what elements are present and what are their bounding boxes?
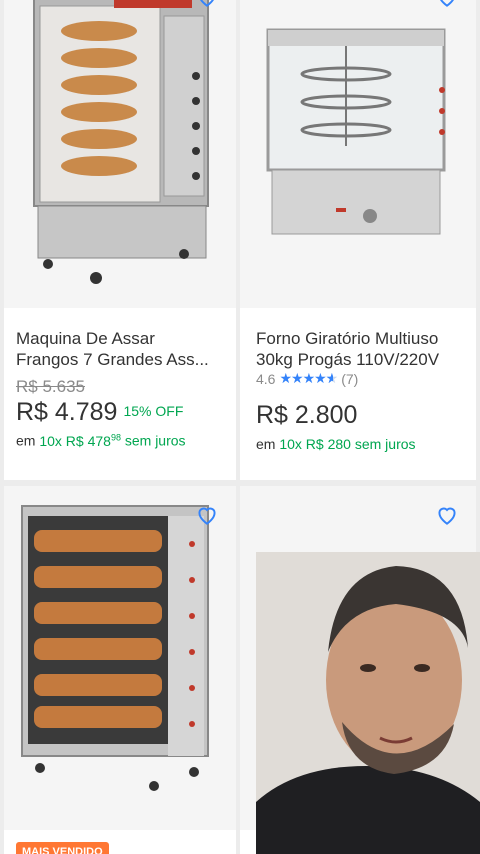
heart-outline-icon[interactable] (434, 502, 460, 528)
product-card-rotisserie-wall[interactable]: MAIS VENDIDO (4, 486, 236, 854)
original-price: R$ 5.635 (16, 377, 85, 396)
installments: em 10x R$ 280 sem juros (256, 436, 416, 452)
price: R$ 2.800 (256, 401, 357, 430)
installment-cents: 98 (110, 432, 121, 442)
product-title-line1: Forno Giratório Multiuso (256, 329, 439, 348)
star-icon-row: ★★★★★ ★ (279, 370, 338, 386)
installment-prefix: em (16, 432, 36, 449)
installment-amount: 10x R$ 478 (39, 432, 111, 449)
product-image[interactable] (240, 0, 476, 308)
product-title-line1: Maquina De Assar (16, 329, 155, 348)
product-title[interactable]: Maquina De Assar Frangos 7 Grandes Ass..… (16, 328, 226, 370)
price-value: R$ 2.800 (256, 401, 358, 429)
rating-value: 4.6 (256, 370, 276, 387)
installment-suffix: sem juros (354, 436, 416, 452)
installment-suffix: sem juros (124, 432, 186, 449)
presenter-face-image (256, 552, 480, 854)
heart-outline-icon[interactable] (434, 0, 460, 10)
discount-badge: 15% OFF (123, 403, 184, 419)
installment-value: 10x R$ 47898 (39, 432, 121, 449)
product-card-rotisserie-7[interactable]: Maquina De Assar Frangos 7 Grandes Ass..… (4, 0, 236, 480)
heart-outline-icon[interactable] (194, 502, 220, 528)
product-image[interactable] (4, 486, 236, 830)
product-card-forno-giratorio[interactable]: Forno Giratório Multiuso 30kg Progás 110… (240, 0, 476, 480)
rating-count: (7) (341, 370, 359, 387)
product-image[interactable] (4, 0, 236, 308)
installment-prefix: em (256, 436, 276, 452)
installment-value: 10x R$ 280 (279, 436, 351, 452)
installments: em 10x R$ 47898 sem juros (16, 432, 186, 449)
price: R$ 4.789 15% OFF (16, 398, 183, 427)
best-seller-badge: MAIS VENDIDO (16, 842, 109, 854)
display-oven-image (240, 0, 476, 308)
rating: 4.6 ★★★★★ ★ (7) (256, 370, 358, 387)
price-value: R$ 4.789 (16, 398, 118, 426)
rotisserie-cabinet-image (4, 486, 236, 830)
product-title-line2: 30kg Progás 110V/220V (256, 350, 440, 369)
product-title-line2: Frangos 7 Grandes Ass... (16, 350, 209, 369)
product-title[interactable]: Forno Giratório Multiuso 30kg Progás 110… (256, 328, 476, 370)
presenter-video-overlay (256, 552, 480, 854)
heart-outline-icon[interactable] (194, 0, 220, 10)
rotisserie-tower-image (4, 0, 236, 308)
